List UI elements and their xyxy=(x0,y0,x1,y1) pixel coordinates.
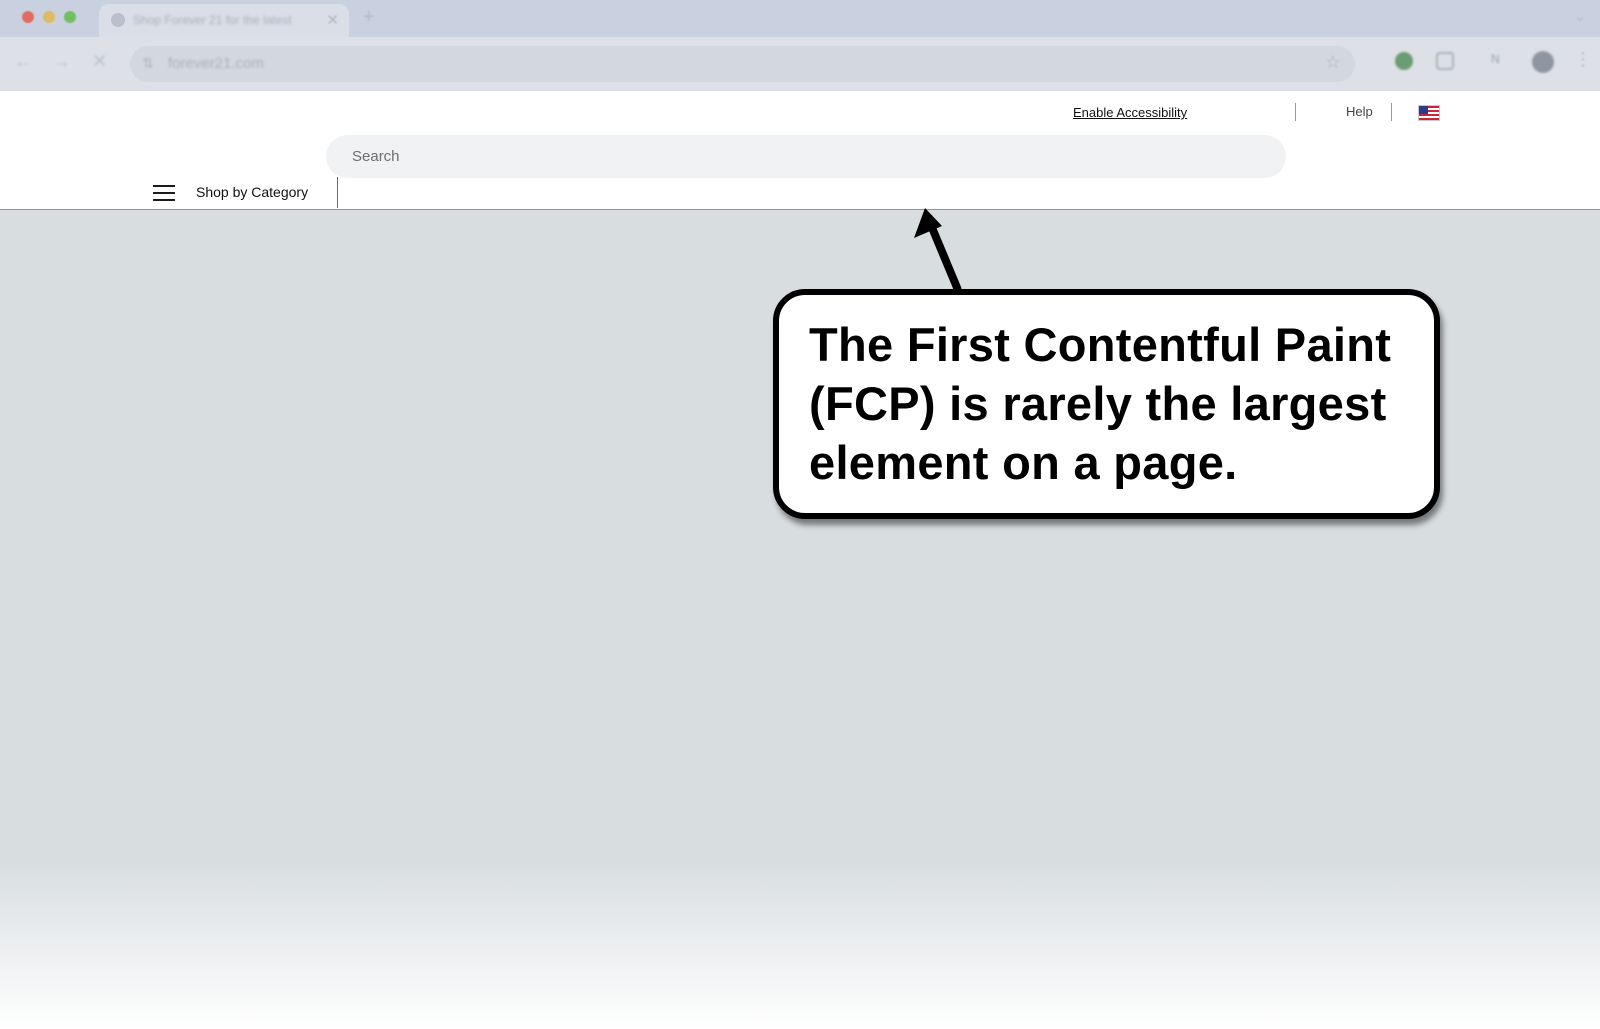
help-link[interactable]: Help xyxy=(1346,104,1373,119)
tab-close-icon[interactable]: ✕ xyxy=(326,11,339,29)
bookmark-star-icon[interactable]: ☆ xyxy=(1325,52,1341,73)
shop-by-category-button[interactable]: Shop by Category xyxy=(196,184,308,200)
enable-accessibility-link[interactable]: Enable Accessibility xyxy=(1073,105,1187,120)
minimize-window-button[interactable] xyxy=(43,11,55,23)
favicon-icon xyxy=(111,13,125,27)
back-icon[interactable]: ← xyxy=(14,51,32,72)
address-bar[interactable]: ⇅ forever21.com ☆ xyxy=(130,46,1355,82)
extension-n-icon[interactable]: N xyxy=(1491,52,1509,70)
tab-title: Shop Forever 21 for the latest xyxy=(133,13,292,27)
maximize-window-button[interactable] xyxy=(64,11,76,23)
profile-avatar[interactable] xyxy=(1532,51,1554,73)
url-text: forever21.com xyxy=(168,55,264,72)
hamburger-menu-icon[interactable] xyxy=(153,185,175,201)
extension-green-icon[interactable] xyxy=(1395,52,1413,70)
close-window-button[interactable] xyxy=(22,11,34,23)
browser-menu-icon[interactable]: ⋮ xyxy=(1574,49,1592,70)
active-tab[interactable]: Shop Forever 21 for the latest ✕ xyxy=(99,4,349,37)
site-header: Enable Accessibility Help Shop by Catego… xyxy=(0,91,1600,210)
forward-icon[interactable]: → xyxy=(53,51,71,72)
utility-divider xyxy=(1295,103,1296,121)
extension-puzzle-icon[interactable] xyxy=(1436,52,1454,70)
category-divider xyxy=(337,177,338,208)
new-tab-icon[interactable]: + xyxy=(363,6,375,29)
annotation-arrow-icon xyxy=(914,208,962,292)
us-flag-icon[interactable] xyxy=(1418,105,1440,121)
utility-divider xyxy=(1391,103,1392,121)
annotation-text: The First Contentful Paint (FCP) is rare… xyxy=(809,318,1392,489)
annotation-callout: The First Contentful Paint (FCP) is rare… xyxy=(773,289,1440,519)
search-input[interactable] xyxy=(326,135,1286,178)
stop-loading-icon[interactable]: ✕ xyxy=(92,51,107,72)
tab-strip: Shop Forever 21 for the latest ✕ + ⌄ xyxy=(0,0,1600,37)
browser-toolbar: ← → ✕ ⇅ forever21.com ☆ N ⋮ xyxy=(0,37,1600,91)
chevron-down-icon[interactable]: ⌄ xyxy=(1574,8,1586,25)
site-info-icon[interactable]: ⇅ xyxy=(142,55,154,72)
browser-chrome: Shop Forever 21 for the latest ✕ + ⌄ ← →… xyxy=(0,0,1600,91)
